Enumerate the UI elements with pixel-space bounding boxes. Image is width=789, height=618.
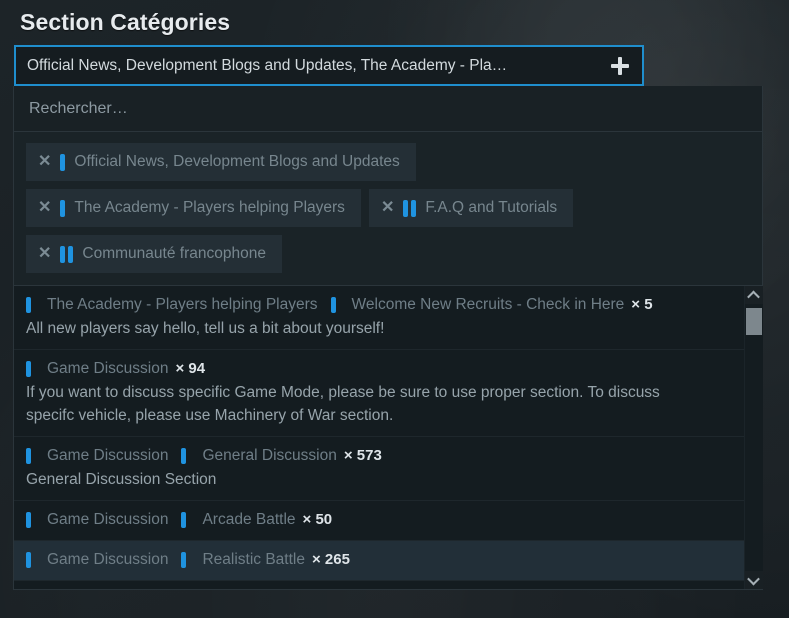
post-count: × 573 (343, 447, 382, 464)
breadcrumb: Game Discussion × 94 (26, 358, 732, 380)
depth-bar-icon (26, 552, 31, 568)
breadcrumb-label: Arcade Battle (202, 511, 296, 528)
chip-label: Official News, Development Blogs and Upd… (74, 153, 400, 170)
list-scrollbar[interactable] (744, 286, 763, 589)
breadcrumb-label: Game Discussion (47, 551, 169, 568)
chip-depth-bars (60, 153, 66, 171)
breadcrumb-segment: Arcade Battle (181, 509, 296, 531)
depth-bar-icon (26, 297, 31, 313)
selected-chip[interactable]: ✕ F.A.Q and Tutorials (368, 189, 574, 227)
close-icon[interactable]: ✕ (381, 200, 394, 216)
post-count: × 94 (175, 360, 206, 377)
post-count: × 5 (631, 296, 653, 313)
list-item[interactable]: Game Discussion General Discussion × 573 Ge… (14, 437, 744, 501)
depth-bar-icon (60, 153, 66, 171)
depth-bar-icon (330, 297, 336, 313)
scrollbar-down-button[interactable] (744, 571, 763, 589)
close-icon[interactable]: ✕ (38, 246, 51, 262)
depth-bar-icon (181, 512, 187, 528)
breadcrumb-label: Welcome New Recruits - Check in Here (351, 296, 625, 313)
combobox-selected-value: Official News, Development Blogs and Upd… (27, 56, 508, 74)
scrollbar-up-button[interactable] (744, 286, 763, 304)
breadcrumb-depth-bars (26, 297, 38, 313)
depth-bar-icon (411, 199, 417, 217)
breadcrumb-segment: Welcome New Recruits - Check in Here (330, 294, 625, 316)
selected-chips-container: ✕ Official News, Development Blogs and Up… (14, 132, 762, 285)
list-item[interactable]: Game Discussion Arcade Battle × 50 (14, 501, 744, 541)
breadcrumb: The Academy - Players helping Players Wel… (26, 294, 732, 316)
depth-bar-icon (68, 245, 74, 263)
breadcrumb-label: The Academy - Players helping Players (47, 296, 318, 313)
depth-bar-icon (403, 199, 409, 217)
breadcrumb-segment: Game Discussion (26, 549, 168, 571)
category-combobox[interactable]: Official News, Development Blogs and Upd… (14, 45, 644, 86)
breadcrumb-depth-bars (181, 512, 193, 528)
depth-bar-icon (26, 361, 31, 377)
depth-bar-icon (26, 448, 31, 464)
option-list-wrapper: The Academy - Players helping Players Wel… (14, 285, 763, 589)
breadcrumb-depth-bars (181, 552, 193, 568)
breadcrumb-label: General Discussion (202, 447, 337, 464)
close-icon[interactable]: ✕ (38, 154, 51, 170)
section-categories-widget: Section Catégories Official News, Develo… (0, 0, 789, 618)
selected-chip[interactable]: ✕ The Academy - Players helping Players (26, 189, 361, 227)
breadcrumb-segment: Realistic Battle (181, 549, 305, 571)
chip-label: The Academy - Players helping Players (74, 199, 345, 216)
list-item-description: If you want to discuss specific Game Mod… (26, 384, 660, 424)
breadcrumb: Game Discussion General Discussion × 573 (26, 445, 732, 467)
breadcrumb-depth-bars (26, 512, 38, 528)
breadcrumb-segment: The Academy - Players helping Players (26, 294, 318, 316)
option-list[interactable]: The Academy - Players helping Players Wel… (14, 286, 744, 589)
selected-chip[interactable]: ✕ Official News, Development Blogs and Up… (26, 143, 416, 181)
breadcrumb-label: Game Discussion (47, 447, 169, 464)
chip-depth-bars (60, 245, 74, 263)
close-icon[interactable]: ✕ (38, 200, 51, 216)
selected-chip[interactable]: ✕ Communauté francophone (26, 235, 282, 273)
depth-bar-icon (26, 512, 31, 528)
breadcrumb-segment: General Discussion (181, 445, 337, 467)
depth-bar-icon (60, 199, 66, 217)
breadcrumb-depth-bars (181, 448, 193, 464)
scrollbar-thumb[interactable] (746, 308, 762, 335)
chip-depth-bars (403, 199, 417, 217)
breadcrumb-label: Game Discussion (47, 360, 169, 377)
depth-bar-icon (181, 448, 187, 464)
breadcrumb: Game Discussion Arcade Battle × 50 (26, 509, 732, 531)
chip-label: Communauté francophone (82, 245, 266, 262)
chevron-down-icon (747, 572, 760, 585)
breadcrumb-segment: Game Discussion (26, 358, 168, 380)
list-item-description: General Discussion Section (26, 471, 217, 488)
breadcrumb-depth-bars (26, 361, 38, 377)
post-count: × 265 (311, 551, 350, 568)
depth-bar-icon (60, 245, 66, 263)
breadcrumb-depth-bars (330, 297, 343, 313)
breadcrumb-segment: Game Discussion (26, 445, 168, 467)
category-dropdown-panel: ✕ Official News, Development Blogs and Up… (13, 86, 763, 590)
post-count: × 50 (302, 511, 333, 528)
breadcrumb: Game Discussion Realistic Battle × 265 (26, 549, 732, 571)
scrollbar-track[interactable] (745, 304, 763, 571)
search-row (14, 86, 762, 132)
breadcrumb-depth-bars (26, 552, 38, 568)
chevron-up-icon (747, 290, 760, 303)
list-item-description: All new players say hello, tell us a bit… (26, 320, 385, 337)
list-item[interactable]: The Academy - Players helping Players Wel… (14, 286, 744, 350)
breadcrumb-label: Game Discussion (47, 511, 169, 528)
list-item[interactable]: Game Discussion Realistic Battle × 265 (14, 541, 744, 581)
search-input[interactable] (27, 98, 762, 119)
breadcrumb-segment: Game Discussion (26, 509, 168, 531)
chip-depth-bars (60, 199, 66, 217)
breadcrumb-label: Realistic Battle (202, 551, 305, 568)
list-item[interactable]: Game Discussion × 94 If you want to discus… (14, 350, 744, 437)
chip-label: F.A.Q and Tutorials (425, 199, 558, 216)
breadcrumb-depth-bars (26, 448, 38, 464)
page-title: Section Catégories (20, 9, 231, 35)
plus-icon[interactable] (610, 56, 630, 76)
depth-bar-icon (181, 552, 187, 568)
